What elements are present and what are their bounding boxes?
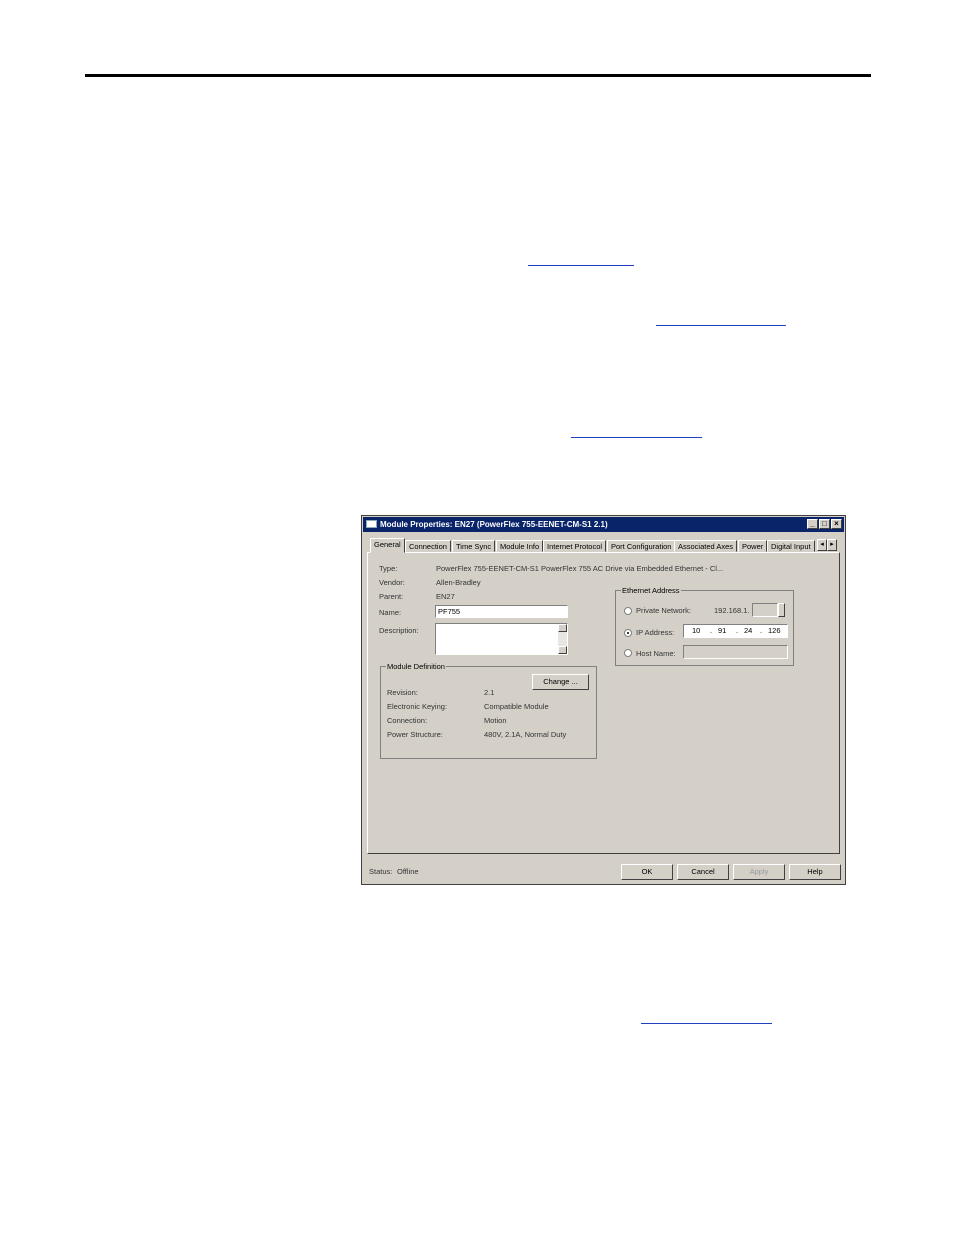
ip-dot-3: .	[760, 626, 763, 635]
hyperlink-4[interactable]	[641, 1023, 772, 1024]
dialog-title: Module Properties: EN27 (PowerFlex 755-E…	[380, 520, 608, 529]
private-network-field[interactable]	[752, 603, 778, 617]
private-network-radio[interactable]	[624, 607, 632, 615]
ip-octet-2: 91	[718, 626, 727, 635]
description-label: Description:	[379, 626, 419, 635]
tab-strip: General Connection Time Sync Module Info…	[368, 538, 839, 553]
hyperlink-1[interactable]	[528, 265, 634, 266]
general-tab-page: Type: PowerFlex 755-EENET-CM-S1 PowerFle…	[367, 552, 840, 854]
tab-time-sync[interactable]: Time Sync	[452, 540, 496, 552]
description-field[interactable]	[435, 623, 568, 655]
ethernet-address-title: Ethernet Address	[621, 586, 681, 595]
tab-digital-input[interactable]: Digital Input	[767, 540, 815, 552]
electronic-keying-value: Compatible Module	[484, 702, 549, 711]
scroll-up-icon[interactable]	[558, 624, 567, 632]
type-label: Type:	[379, 564, 398, 573]
hyperlink-3[interactable]	[571, 437, 702, 438]
minimize-icon[interactable]: _	[807, 519, 818, 529]
parent-label: Parent:	[379, 592, 404, 601]
parent-value: EN27	[436, 592, 455, 601]
module-properties-dialog: Module Properties: EN27 (PowerFlex 755-E…	[361, 515, 846, 885]
vendor-value: Allen-Bradley	[436, 578, 481, 587]
description-scrollbar[interactable]	[558, 624, 567, 654]
ip-address-field[interactable]: 10 . 91 . 24 . 126	[683, 624, 788, 638]
host-name-radio[interactable]	[624, 649, 632, 657]
tab-port-configuration[interactable]: Port Configuration	[607, 540, 676, 552]
ethernet-address-group: Ethernet Address Private Network: 192.16…	[615, 586, 794, 666]
status-label: Status:	[369, 867, 393, 876]
maximize-icon[interactable]: □	[819, 519, 830, 529]
private-network-label: Private Network:	[636, 606, 692, 615]
private-network-prefix: 192.168.1.	[714, 606, 750, 615]
host-name-label: Host Name:	[636, 649, 676, 658]
revision-value: 2.1	[484, 688, 495, 697]
ip-dot-2: .	[736, 626, 739, 635]
connection-label: Connection:	[387, 716, 428, 725]
header-rule	[85, 74, 871, 77]
status-value: Offline	[397, 867, 419, 876]
name-label: Name:	[379, 608, 402, 617]
type-value: PowerFlex 755-EENET-CM-S1 PowerFlex 755 …	[436, 564, 724, 573]
ip-octet-3: 24	[744, 626, 753, 635]
tab-associated-axes[interactable]: Associated Axes	[674, 540, 738, 552]
ip-address-radio[interactable]	[624, 629, 632, 637]
tab-connection[interactable]: Connection	[405, 540, 451, 552]
host-name-field[interactable]	[683, 645, 788, 659]
apply-button[interactable]: Apply	[733, 864, 785, 880]
tab-module-info[interactable]: Module Info	[496, 540, 544, 552]
tab-power[interactable]: Power	[738, 540, 768, 552]
vendor-label: Vendor:	[379, 578, 405, 587]
private-network-spinner[interactable]	[778, 603, 785, 617]
hyperlink-2[interactable]	[656, 325, 786, 326]
tab-general[interactable]: General	[370, 538, 405, 553]
module-definition-group: Module Definition Change ... Revision: 2…	[380, 662, 597, 759]
ip-octet-1: 10	[692, 626, 701, 635]
close-icon[interactable]: ×	[831, 519, 842, 529]
revision-label: Revision:	[387, 688, 418, 697]
power-structure-label: Power Structure:	[387, 730, 443, 739]
electronic-keying-label: Electronic Keying:	[387, 702, 448, 711]
tab-internet-protocol[interactable]: Internet Protocol	[543, 540, 607, 552]
name-field[interactable]: PF755	[435, 605, 568, 618]
module-definition-title: Module Definition	[386, 662, 446, 671]
scroll-down-icon[interactable]	[558, 646, 567, 654]
cancel-button[interactable]: Cancel	[677, 864, 729, 880]
tab-scroll-left-icon[interactable]: ◂	[817, 539, 827, 551]
dialog-titlebar[interactable]: Module Properties: EN27 (PowerFlex 755-E…	[363, 517, 844, 532]
ok-button[interactable]: OK	[621, 864, 673, 880]
ip-address-label: IP Address:	[636, 628, 675, 637]
connection-value: Motion	[484, 716, 507, 725]
ip-octet-4: 126	[768, 626, 781, 635]
power-structure-value: 480V, 2.1A, Normal Duty	[484, 730, 567, 739]
ip-dot-1: .	[710, 626, 713, 635]
tab-scroll-right-icon[interactable]: ▸	[827, 539, 837, 551]
window-icon	[366, 520, 377, 528]
help-button[interactable]: Help	[789, 864, 841, 880]
change-button[interactable]: Change ...	[532, 674, 589, 690]
